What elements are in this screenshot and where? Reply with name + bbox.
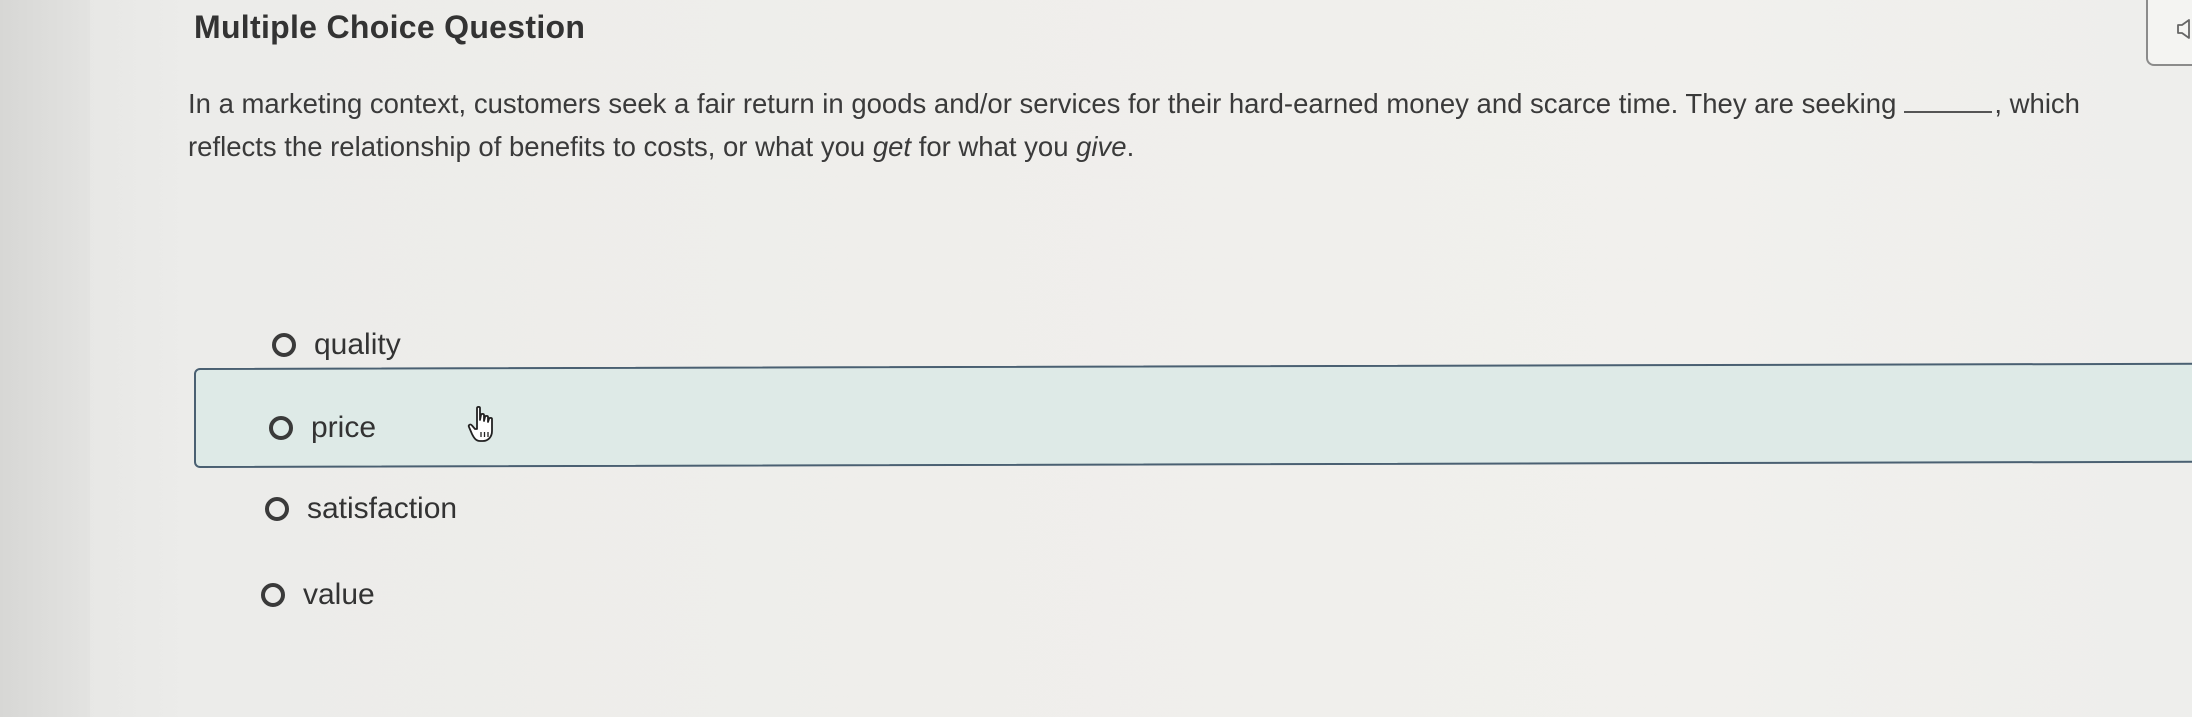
option-label: quality	[314, 328, 401, 361]
answer-options: quality price satisfaction value	[0, 0, 2192, 717]
radio-button-icon[interactable]	[269, 416, 293, 440]
speaker-icon	[2177, 19, 2190, 39]
radio-button-icon[interactable]	[265, 497, 289, 521]
option-label: price	[311, 411, 377, 444]
radio-button-icon[interactable]	[272, 333, 296, 357]
option-price[interactable]: price	[269, 398, 376, 458]
option-quality[interactable]: quality	[272, 315, 401, 375]
option-satisfaction[interactable]: satisfaction	[265, 479, 457, 539]
option-label: satisfaction	[307, 492, 458, 525]
option-label: value	[303, 578, 375, 611]
option-value[interactable]: value	[261, 565, 375, 625]
radio-button-icon[interactable]	[261, 583, 285, 607]
hand-pointer-icon	[467, 405, 493, 442]
